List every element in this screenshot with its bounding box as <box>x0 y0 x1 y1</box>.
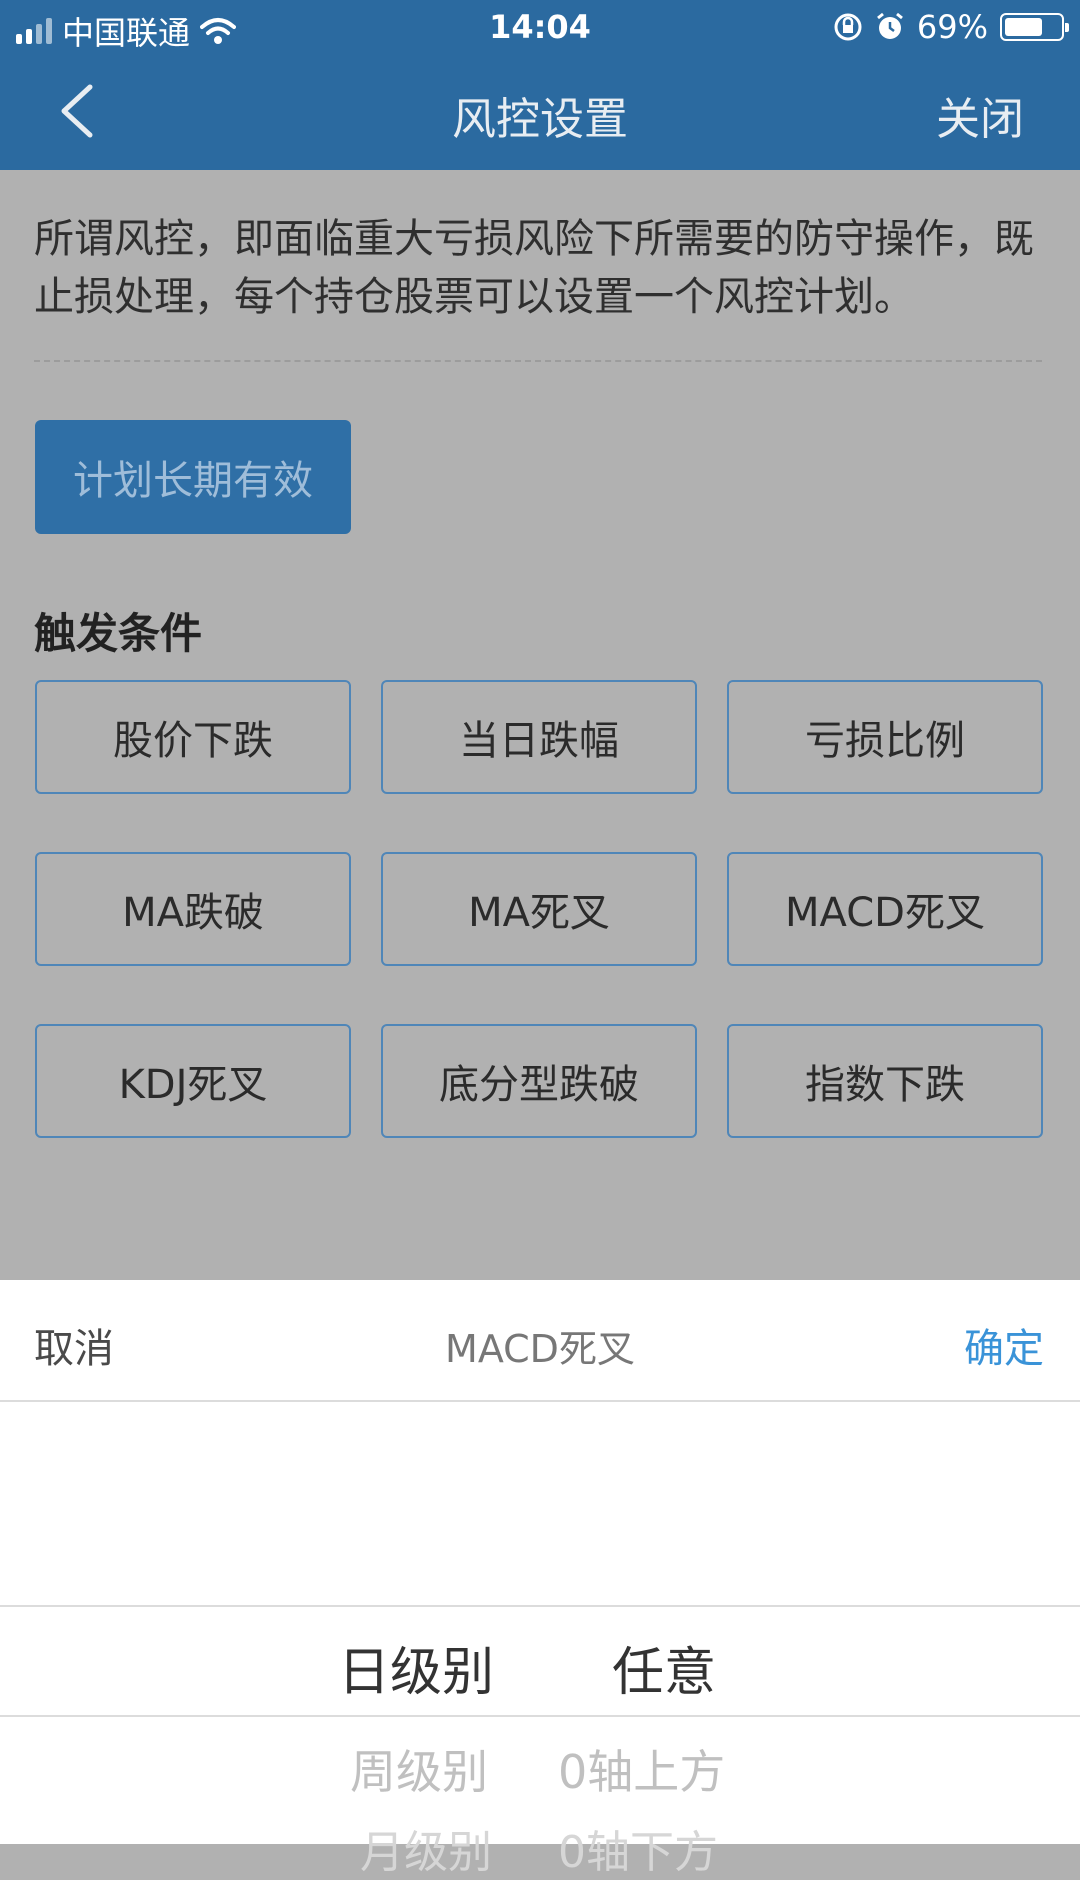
picker-col2-option[interactable]: 0轴下方 <box>558 1816 718 1880</box>
picker-selection-line-bottom <box>0 1715 1080 1717</box>
condition-button[interactable]: 亏损比例 <box>727 680 1043 794</box>
picker-toolbar: 取消 MACD死叉 确定 <box>0 1280 1080 1402</box>
picker-sheet: 取消 MACD死叉 确定 日级别 任意 周级别 0轴上方 月级别 0轴下方 <box>0 1280 1080 1878</box>
condition-button[interactable]: KDJ死叉 <box>35 1024 351 1138</box>
section-title: 触发条件 <box>34 609 203 658</box>
description-text: 所谓风控，即面临重大亏损风险下所需要的防守操作，既止损处理，每个持仓股票可以设置… <box>34 216 1034 320</box>
picker-col1-selected[interactable]: 日级别 <box>338 1630 494 1705</box>
picker-col2-selected[interactable]: 任意 <box>612 1630 716 1705</box>
picker-col2-option[interactable]: 0轴上方 <box>558 1736 725 1802</box>
nav-bar: 风控设置 关闭 <box>0 55 1080 170</box>
picker-title: MACD死叉 <box>445 1327 635 1371</box>
condition-button[interactable]: MA死叉 <box>381 852 697 966</box>
picker-selection-line-top <box>0 1605 1080 1607</box>
picker-col1-option[interactable]: 周级别 <box>350 1736 488 1802</box>
condition-button[interactable]: MA跌破 <box>35 852 351 966</box>
divider <box>34 360 1042 362</box>
confirm-button[interactable]: 确定 <box>964 1316 1044 1374</box>
battery-icon <box>1000 13 1069 41</box>
close-button[interactable]: 关闭 <box>936 83 1024 147</box>
condition-button[interactable]: 底分型跌破 <box>381 1024 697 1138</box>
condition-button[interactable]: MACD死叉 <box>727 852 1043 966</box>
battery-percent: 69% <box>916 8 988 46</box>
status-bar: 中国联通 14:04 69% <box>0 0 1080 55</box>
conditions-grid: 股价下跌 当日跌幅 亏损比例 MA跌破 MA死叉 MACD死叉 KDJ死叉 底分… <box>35 680 1043 1138</box>
alarm-icon <box>876 12 903 39</box>
condition-button[interactable]: 当日跌幅 <box>381 680 697 794</box>
rotation-lock-icon <box>834 13 862 41</box>
plan-long-term-button[interactable]: 计划长期有效 <box>35 420 351 534</box>
status-right: 69% <box>833 8 1069 46</box>
page-title: 风控设置 <box>452 94 628 145</box>
condition-button[interactable]: 股价下跌 <box>35 680 351 794</box>
condition-button[interactable]: 指数下跌 <box>727 1024 1043 1138</box>
picker-col1-option[interactable]: 月级别 <box>360 1816 492 1880</box>
